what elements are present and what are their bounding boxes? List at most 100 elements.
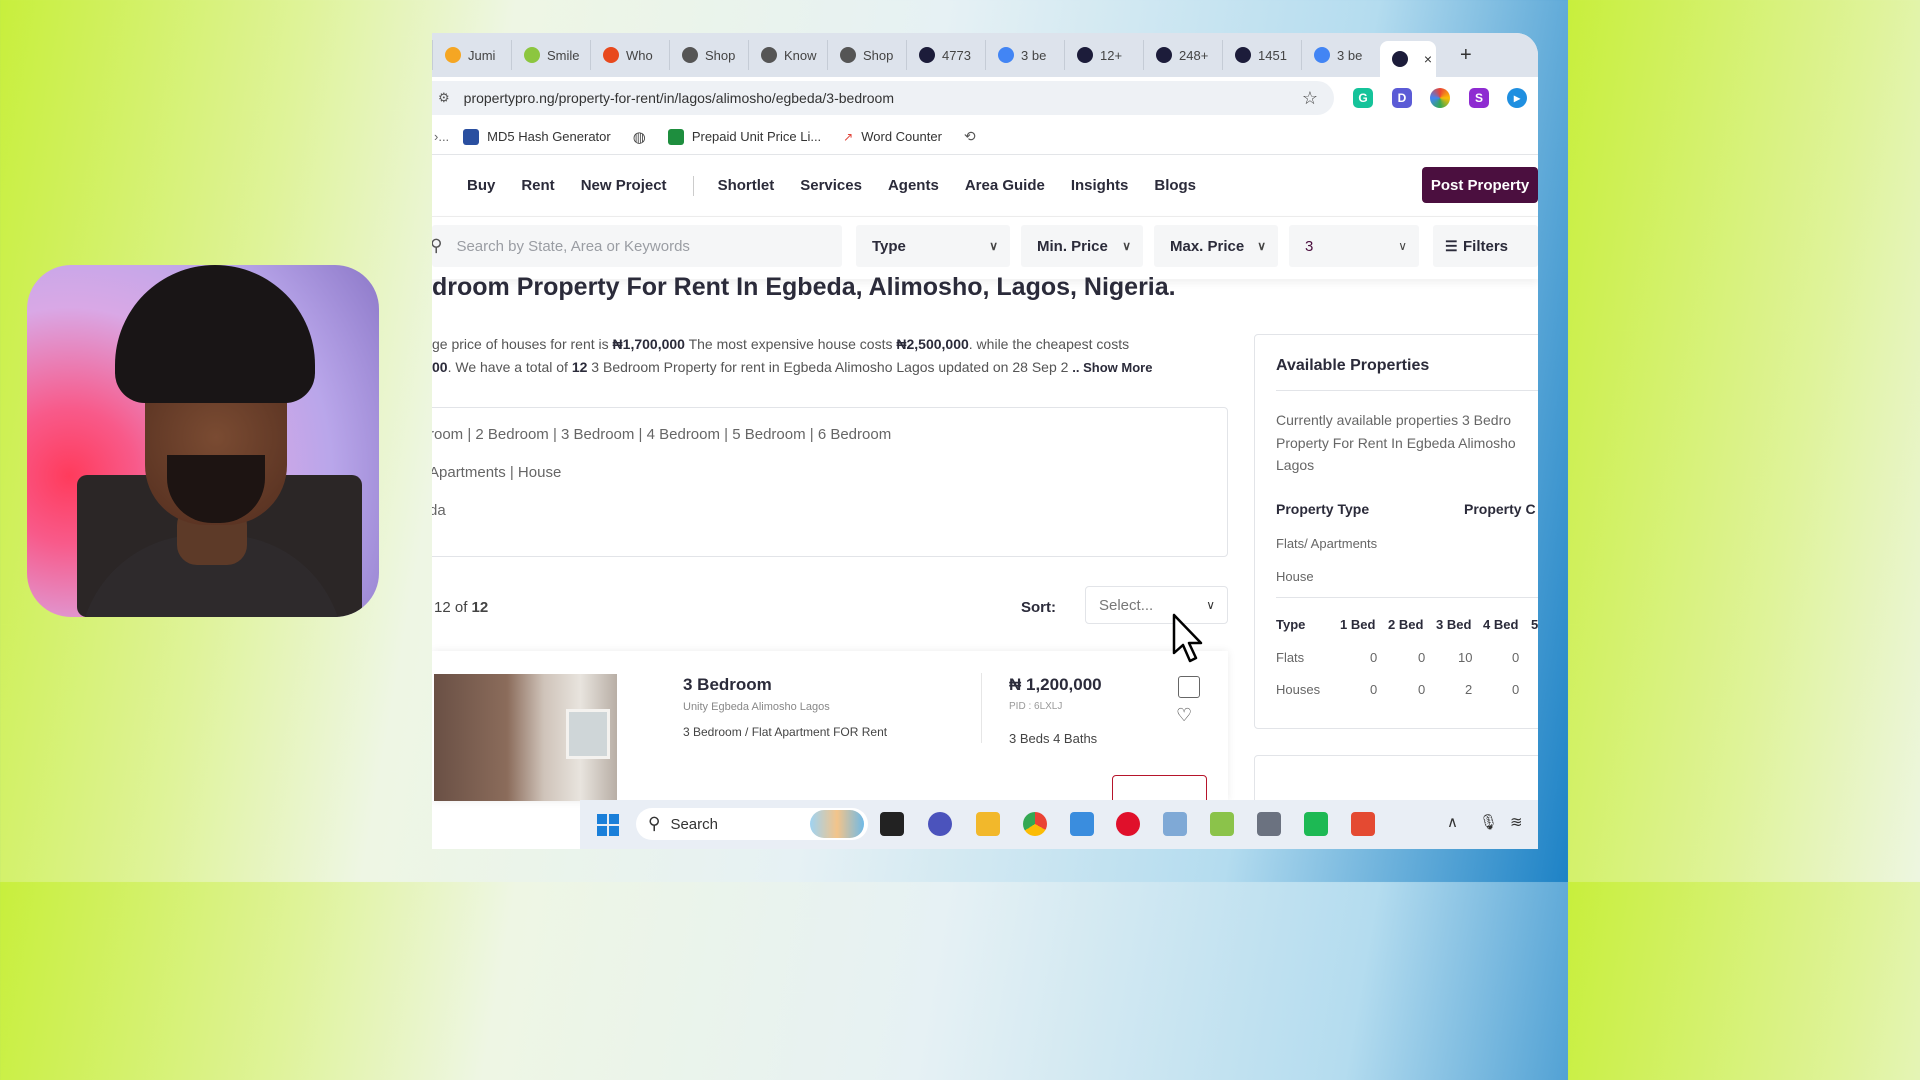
tab-favicon-icon	[761, 47, 777, 63]
bookmark-globe[interactable]: ◍	[633, 128, 646, 146]
listing-card[interactable]: 3 Bedroom Unity Egbeda Alimosho Lagos 3 …	[432, 651, 1228, 805]
tab-label: Know	[784, 47, 817, 63]
desc-text: ge price of houses for rent is	[432, 336, 613, 352]
total-count: 12	[571, 359, 588, 375]
tab-label: 3 be	[1021, 47, 1047, 63]
browser-tab[interactable]: 12+	[1064, 40, 1143, 70]
sort-label: Sort:	[1021, 599, 1056, 616]
area-link[interactable]: da	[432, 502, 446, 519]
sort-select[interactable]: Select... ∨	[1085, 586, 1228, 624]
browser-tab[interactable]: 4773	[906, 40, 985, 70]
browser-tab-active[interactable]: ×	[1380, 41, 1436, 77]
windows-start-icon[interactable]	[597, 814, 619, 836]
nav-new-project[interactable]: New Project	[581, 177, 667, 194]
bookmarks-bar: ›... MD5 Hash Generator ◍ Prepaid Unit P…	[432, 119, 1538, 155]
search-filter-bar: ⚲ Search by State, Area or Keywords Type…	[432, 217, 1538, 279]
chat-icon[interactable]	[928, 812, 952, 836]
search-icon: ⚲	[432, 236, 443, 255]
wifi-icon[interactable]: ≋	[1510, 813, 1523, 831]
tab-favicon-icon	[445, 47, 461, 63]
bedroom-links[interactable]: room | 2 Bedroom | 3 Bedroom | 4 Bedroom…	[432, 426, 891, 443]
word-counter-icon: ↗	[843, 129, 854, 144]
type-house[interactable]: House	[1276, 569, 1314, 584]
nav-services[interactable]: Services	[800, 177, 862, 194]
show-more-link[interactable]: .. Show More	[1072, 360, 1152, 375]
mouse-cursor	[1172, 613, 1203, 663]
chevron-down-icon: ∨	[989, 239, 998, 253]
post-property-button[interactable]: Post Property	[1422, 167, 1538, 203]
table-cell: 0	[1418, 650, 1426, 665]
close-tab-icon[interactable]: ×	[1424, 51, 1432, 67]
property-type-links[interactable]: Apartments | House	[432, 464, 561, 481]
opera-icon[interactable]	[1116, 812, 1140, 836]
url-text[interactable]: propertypro.ng/property-for-rent/in/lago…	[464, 90, 894, 106]
property-count-header: Property C	[1464, 501, 1536, 517]
chevron-down-icon: ∨	[1122, 239, 1131, 253]
table-cell: 0	[1370, 682, 1378, 697]
task-view-icon[interactable]	[880, 812, 904, 836]
omnibox[interactable]: ⚙ propertypro.ng/property-for-rent/in/la…	[432, 81, 1334, 115]
nav-area-guide[interactable]: Area Guide	[965, 177, 1045, 194]
sidebar-text-line: Currently available properties 3 Bedro	[1276, 412, 1512, 428]
tab-label: Shop	[863, 47, 894, 63]
max-price-select[interactable]: Max. Price ∨	[1154, 225, 1278, 267]
extension-d-icon[interactable]: D	[1392, 88, 1412, 108]
compare-checkbox[interactable]	[1178, 676, 1200, 698]
browser-tab[interactable]: Jumi	[432, 40, 511, 70]
browser-tab[interactable]: Know	[748, 40, 827, 70]
browser-tab[interactable]: Shop	[827, 40, 906, 70]
search-input[interactable]: ⚲ Search by State, Area or Keywords	[432, 225, 842, 267]
sidebar-text-line: Property For Rent In Egbeda Alimosho	[1276, 434, 1516, 451]
bookmark-word-counter[interactable]: ↗ Word Counter	[843, 129, 942, 144]
table-cell: 0	[1512, 682, 1520, 697]
taskbar-search[interactable]: ⚲ Search	[636, 808, 868, 840]
color-extension-icon[interactable]	[1430, 88, 1450, 108]
nav-insights[interactable]: Insights	[1071, 177, 1129, 194]
nav-shortlet[interactable]: Shortlet	[718, 177, 775, 194]
notepad-icon[interactable]	[1210, 812, 1234, 836]
filters-button[interactable]: ☰ Filters	[1433, 225, 1538, 267]
browser-tab[interactable]: 3 be	[985, 40, 1064, 70]
browser-tab[interactable]: Smile	[511, 40, 590, 70]
browser-tab[interactable]: 1451	[1222, 40, 1301, 70]
bookmark-md5[interactable]: MD5 Hash Generator	[463, 128, 611, 145]
browser-tab[interactable]: 248+	[1143, 40, 1222, 70]
browser-tab[interactable]: 3 be	[1301, 40, 1380, 70]
browser-tab[interactable]: Shop	[669, 40, 748, 70]
site-settings-icon[interactable]: ⚙	[438, 90, 450, 106]
bedrooms-select[interactable]: 3 ∨	[1289, 225, 1419, 267]
file-explorer-icon[interactable]	[976, 812, 1000, 836]
bookmark-history[interactable]: ⟲	[964, 128, 976, 145]
type-flats-apartments[interactable]: Flats/ Apartments	[1276, 536, 1377, 551]
nav-rent[interactable]: Rent	[521, 177, 554, 194]
listing-title[interactable]: 3 Bedroom	[683, 675, 772, 695]
new-tab-button[interactable]: +	[1460, 44, 1472, 67]
heart-icon[interactable]: ♡	[1176, 705, 1192, 726]
search-placeholder: Search by State, Area or Keywords	[456, 237, 690, 255]
browser-tab[interactable]: Who	[590, 40, 669, 70]
camtasia-green-icon[interactable]	[1304, 812, 1328, 836]
min-price-select[interactable]: Min. Price ∨	[1021, 225, 1143, 267]
nav-blogs[interactable]: Blogs	[1154, 177, 1196, 194]
bookmark-prepaid[interactable]: Prepaid Unit Price Li...	[667, 128, 821, 145]
camtasia-icon[interactable]	[1351, 812, 1375, 836]
profile-extension-icon[interactable]: ▸	[1507, 88, 1527, 108]
monitor-icon[interactable]	[1163, 812, 1187, 836]
tab-favicon-icon	[603, 47, 619, 63]
grammarly-extension-icon[interactable]: G	[1353, 88, 1373, 108]
microphone-icon[interactable]: 🎙	[1479, 813, 1498, 831]
table-row-label: Flats	[1276, 650, 1305, 665]
tab-favicon-icon	[1314, 47, 1330, 63]
chevron-down-icon: ∨	[1398, 239, 1407, 253]
chevron-up-icon[interactable]: ∧	[1447, 813, 1458, 831]
chrome-icon[interactable]	[1023, 812, 1047, 836]
md5-icon	[463, 128, 480, 145]
tab-label: 12+	[1100, 47, 1123, 63]
bookmark-star-icon[interactable]: ☆	[1302, 88, 1318, 109]
photos-icon[interactable]	[1070, 812, 1094, 836]
calculator-icon[interactable]	[1257, 812, 1281, 836]
nav-agents[interactable]: Agents	[888, 177, 939, 194]
type-select[interactable]: Type ∨	[856, 225, 1010, 267]
nav-buy[interactable]: Buy	[467, 177, 495, 194]
extension-s-icon[interactable]: S	[1469, 88, 1489, 108]
